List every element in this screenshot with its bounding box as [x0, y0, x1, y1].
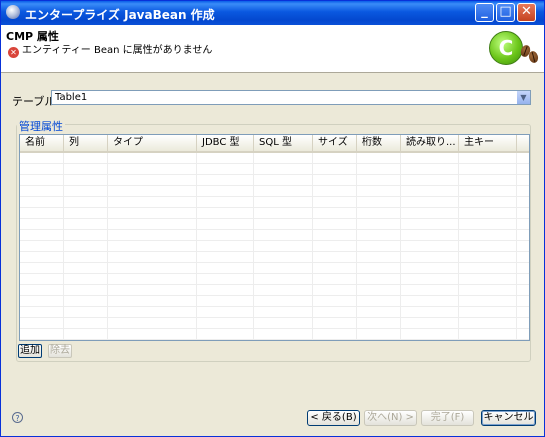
table-row [20, 208, 529, 219]
table-row [20, 329, 529, 340]
next-button[interactable]: 次へ(N) > [364, 410, 417, 426]
window-title: エンタープライズ JavaBean 作成 [25, 8, 215, 22]
table-row [20, 241, 529, 252]
column-header-read-only[interactable]: 読み取り... [401, 135, 459, 151]
add-button[interactable]: 追加 [18, 344, 42, 358]
table-row [20, 197, 529, 208]
column-header-jdbc-type[interactable]: JDBC 型 [197, 135, 254, 151]
managed-attributes-label: 管理属性 [17, 118, 65, 134]
eclipse-icon [6, 5, 20, 19]
table-row [20, 186, 529, 197]
help-icon[interactable]: ? [12, 412, 23, 423]
table-row [20, 318, 529, 329]
column-header-sql-type[interactable]: SQL 型 [254, 135, 313, 151]
table-row [20, 274, 529, 285]
error-message-text: エンティティー Bean に属性がありません [22, 45, 213, 56]
column-header-primary-key[interactable]: 主キー [459, 135, 517, 151]
column-header-name[interactable]: 名前 [20, 135, 64, 151]
error-message: ✕ エンティティー Bean に属性がありません [8, 41, 212, 58]
table-row [20, 230, 529, 241]
close-button[interactable]: ✕ [517, 3, 536, 22]
table-row [20, 153, 529, 164]
cmp-logo-icon: C [489, 31, 523, 65]
table-combobox[interactable]: Table1 ▼ [51, 90, 531, 105]
wizard-header: CMP 属性 ✕ エンティティー Bean に属性がありません C [1, 25, 544, 73]
table-row [20, 252, 529, 263]
table-row [20, 175, 529, 186]
attributes-table[interactable]: 名前 列 タイプ JDBC 型 SQL 型 サイズ 桁数 読み取り... 主キー [19, 134, 530, 341]
table-row [20, 164, 529, 175]
error-icon: ✕ [8, 47, 19, 58]
column-header-column[interactable]: 列 [64, 135, 108, 151]
table-row [20, 307, 529, 318]
cmp-bean-wizard-logo: C [489, 31, 540, 67]
coffee-bean-icon [527, 50, 540, 64]
column-header-type[interactable]: タイプ [108, 135, 197, 151]
remove-button[interactable]: 除去 [48, 344, 72, 358]
cancel-button[interactable]: キャンセル [481, 410, 536, 426]
table-header: 名前 列 タイプ JDBC 型 SQL 型 サイズ 桁数 読み取り... 主キー [20, 135, 529, 153]
column-header-digits[interactable]: 桁数 [357, 135, 401, 151]
table-row [20, 296, 529, 307]
title-bar[interactable]: エンタープライズ JavaBean 作成 _ □ ✕ [1, 1, 544, 25]
chevron-down-icon[interactable]: ▼ [517, 91, 530, 104]
table-row [20, 263, 529, 274]
column-header-size[interactable]: サイズ [313, 135, 357, 151]
minimize-button[interactable]: _ [475, 3, 494, 22]
back-button[interactable]: < 戻る(B) [307, 410, 360, 426]
wizard-window: エンタープライズ JavaBean 作成 _ □ ✕ CMP 属性 ✕ エンティテ… [0, 0, 545, 437]
maximize-button[interactable]: □ [496, 3, 515, 22]
table-row [20, 219, 529, 230]
finish-button[interactable]: 完了(F) [421, 410, 474, 426]
table-row [20, 285, 529, 296]
table-combobox-value: Table1 [55, 92, 88, 103]
